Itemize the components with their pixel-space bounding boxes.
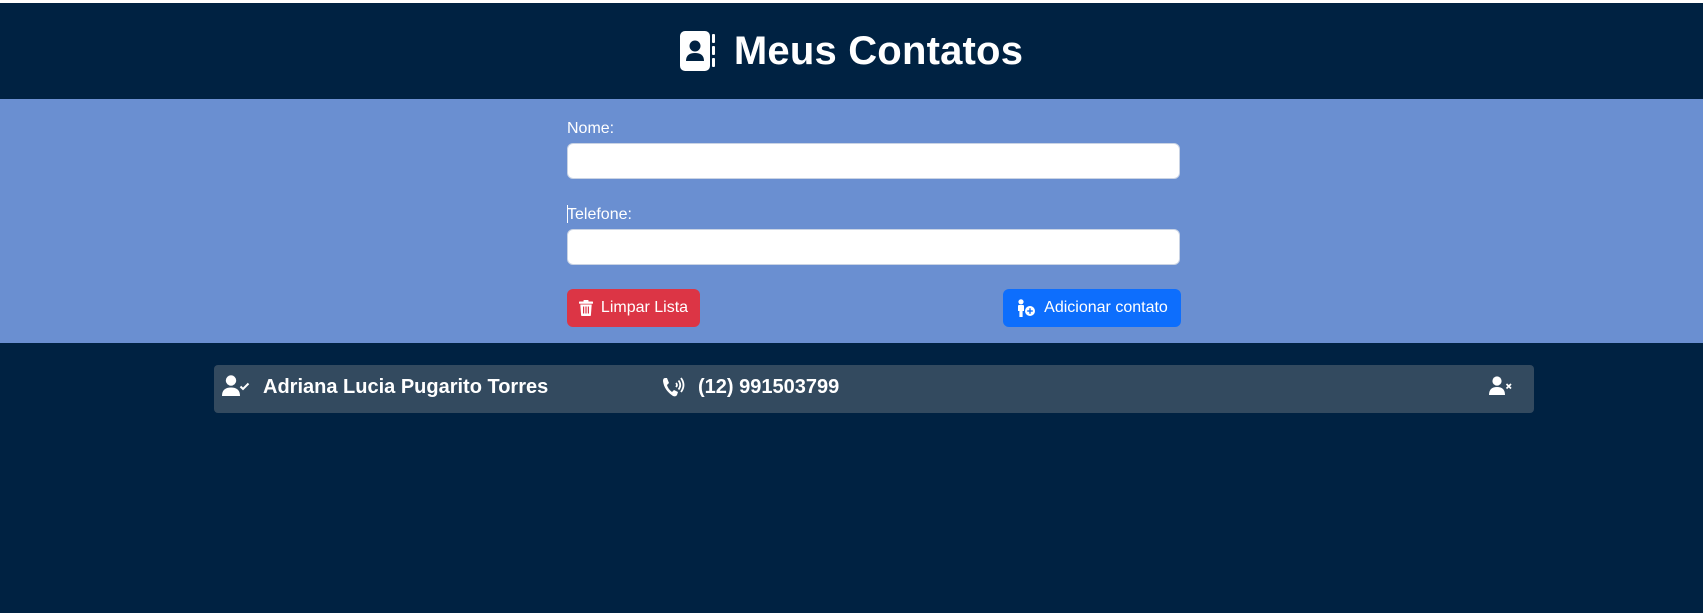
add-contact-label: Adicionar contato — [1044, 299, 1168, 316]
contact-form: Nome: Telefone: Limpar Lista Adicionar c… — [0, 99, 1703, 343]
person-check-icon — [222, 375, 250, 397]
name-label: Nome: — [567, 120, 615, 137]
add-contact-button[interactable]: Adicionar contato — [1003, 289, 1181, 327]
trash-icon — [578, 300, 593, 316]
clear-list-label: Limpar Lista — [600, 299, 689, 316]
clear-list-button[interactable]: Limpar Lista — [567, 289, 700, 327]
phone-label: Telefone: — [567, 206, 632, 223]
contact-book-icon — [679, 31, 716, 71]
phone-volume-icon — [661, 376, 685, 398]
app-root: Meus Contatos Nome: Telefone: Limpar Lis… — [0, 3, 1703, 613]
contact-phone: (12) 991503799 — [698, 376, 840, 398]
person-add-icon — [1016, 299, 1036, 317]
header-title-group: Meus Contatos — [679, 29, 1024, 73]
phone-input[interactable] — [567, 229, 1180, 265]
page-header: Meus Contatos — [0, 3, 1703, 99]
page-title: Meus Contatos — [733, 29, 1024, 73]
contact-row: Adriana Lucia Pugarito Torres (12) 99150… — [214, 365, 1534, 413]
name-input[interactable] — [567, 143, 1180, 179]
contact-name: Adriana Lucia Pugarito Torres — [263, 376, 549, 398]
remove-contact-icon[interactable] — [1489, 376, 1513, 396]
contact-list: Adriana Lucia Pugarito Torres (12) 99150… — [214, 365, 1534, 413]
